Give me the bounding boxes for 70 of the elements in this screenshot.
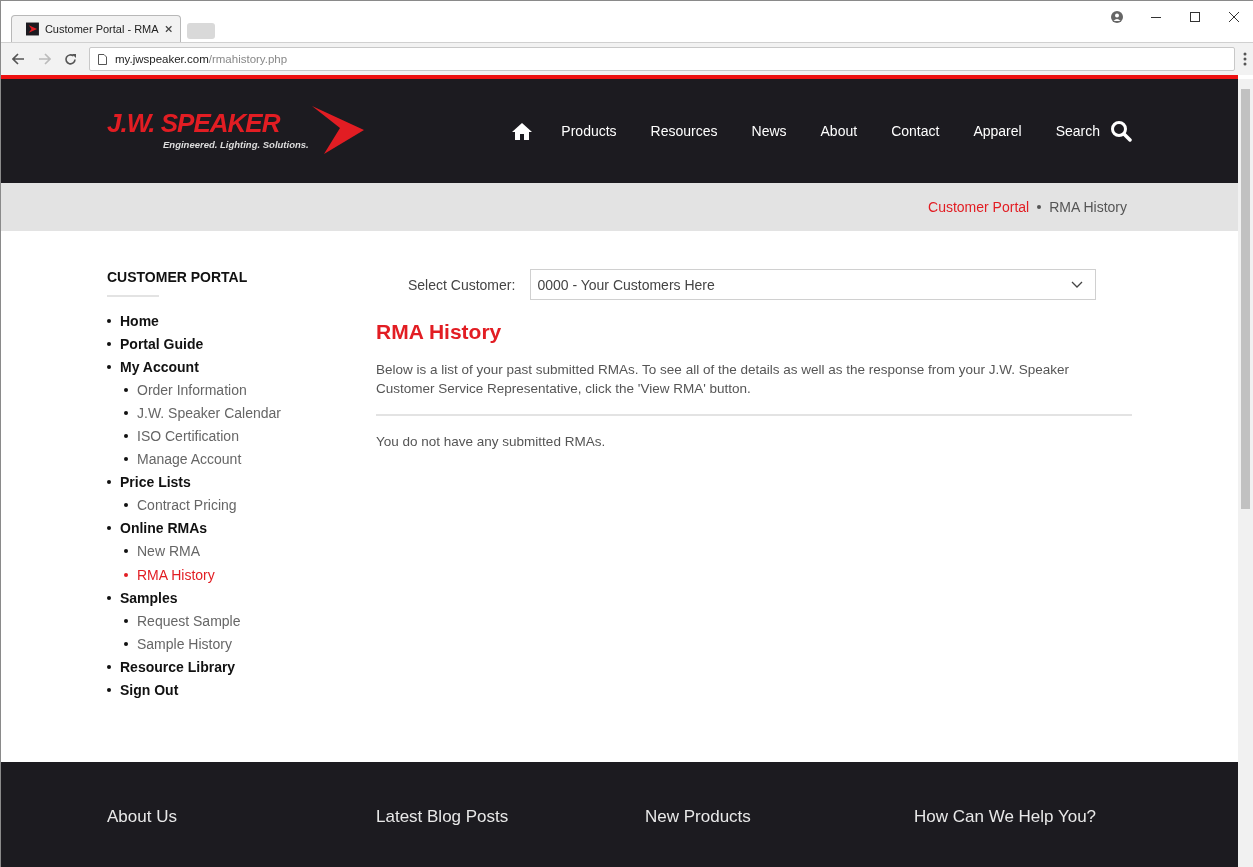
reload-icon[interactable] xyxy=(63,52,77,66)
sidebar-link[interactable]: Price Lists xyxy=(120,474,191,491)
sidebar-sublink[interactable]: Contract Pricing xyxy=(137,497,237,514)
page-title: RMA History xyxy=(376,320,503,344)
sidebar-link[interactable]: My Account xyxy=(120,358,199,375)
customer-select[interactable]: 0000 - Your Customers Here xyxy=(530,269,1097,300)
bullet-icon xyxy=(124,434,128,438)
account-icon[interactable] xyxy=(1110,11,1123,23)
footer-heading: Latest Blog Posts xyxy=(376,807,510,827)
nav-link[interactable]: Resources xyxy=(633,123,735,139)
sidebar-sublink[interactable]: J.W. Speaker Calendar xyxy=(137,404,281,421)
bullet-icon xyxy=(107,595,111,600)
nav-link[interactable]: Contact xyxy=(874,123,957,139)
sidebar-sublink[interactable]: New RMA xyxy=(137,543,200,560)
breadcrumb-link[interactable]: Customer Portal xyxy=(928,199,1030,215)
bullet-icon xyxy=(107,664,111,669)
logo[interactable]: J.W. SPEAKER Engineered. Lighting. Solutions. xyxy=(107,106,365,156)
sidebar-sublink[interactable]: Request Sample xyxy=(137,612,241,629)
bullet-icon xyxy=(124,387,128,392)
bullet-icon xyxy=(124,641,128,646)
sidebar-sublink[interactable]: Order Information xyxy=(137,381,247,398)
chevron-icon xyxy=(1071,281,1084,288)
sidebar-sublink[interactable]: RMA History xyxy=(137,566,215,583)
bullet-icon xyxy=(124,618,128,623)
sidebar-link[interactable]: Home xyxy=(120,312,159,329)
bullet-icon xyxy=(124,549,128,554)
search-icon[interactable] xyxy=(1110,120,1132,142)
scrollbar-thumb[interactable] xyxy=(1241,89,1250,509)
search-link[interactable]: Search xyxy=(1055,123,1100,139)
browser-tab[interactable]: Customer Portal - RMA xyxy=(11,15,181,42)
address-bar[interactable]: my.jwspeaker.com/rmahistory.php xyxy=(89,47,1235,71)
bullet-icon xyxy=(124,457,128,462)
sidebar-title: CUSTOMER PORTAL xyxy=(107,269,249,285)
favicon-icon xyxy=(26,22,39,36)
sidebar-sublink[interactable]: Sample History xyxy=(137,635,232,652)
footer-heading: About Us xyxy=(107,807,178,827)
bullet-icon xyxy=(107,318,111,323)
intro-text: Below is a list of your past submitted RMAs. To see all of the details as well as the response from your J.W. Speaker Customer Service Representative, click the 'View RMA' button. xyxy=(376,361,1071,398)
bullet-icon xyxy=(107,526,111,531)
breadcrumb-current: RMA History xyxy=(1049,199,1127,215)
bullet-icon xyxy=(107,480,111,485)
menu-icon[interactable] xyxy=(1243,52,1247,66)
bullet-icon xyxy=(124,503,128,508)
page-icon xyxy=(98,53,107,65)
bullet-icon xyxy=(124,410,128,415)
sidebar-link[interactable]: Samples xyxy=(120,589,178,606)
sidebar-sublink[interactable]: Manage Account xyxy=(137,451,242,468)
sidebar-link[interactable]: Portal Guide xyxy=(120,335,204,352)
nav-link[interactable]: News xyxy=(734,123,804,139)
nav-link[interactable]: About xyxy=(803,123,875,139)
empty-message: You do not have any submitted RMAs. xyxy=(376,434,607,449)
nav-link[interactable]: Products xyxy=(544,123,634,139)
close-icon[interactable] xyxy=(164,25,172,33)
bullet-icon xyxy=(107,364,111,369)
close-icon[interactable] xyxy=(1228,12,1239,22)
home-icon[interactable] xyxy=(511,122,534,140)
minimize-icon[interactable] xyxy=(1150,16,1161,18)
select-label: Select Customer: xyxy=(408,276,516,293)
footer-heading: New Products xyxy=(645,807,752,827)
footer-heading: How Can We Help You? xyxy=(914,807,1098,827)
sidebar-sublink[interactable]: ISO Certification xyxy=(137,428,239,444)
back-icon[interactable] xyxy=(11,53,25,65)
sidebar-link[interactable]: Online RMAs xyxy=(120,520,208,537)
sidebar-link[interactable]: Resource Library xyxy=(120,658,236,675)
bullet-icon xyxy=(107,688,111,693)
maximize-icon[interactable] xyxy=(1189,12,1200,22)
bullet-icon xyxy=(107,341,111,346)
bullet-icon xyxy=(124,572,128,577)
sidebar-link[interactable]: Sign Out xyxy=(120,682,179,699)
nav-link[interactable]: Apparel xyxy=(956,123,1039,139)
